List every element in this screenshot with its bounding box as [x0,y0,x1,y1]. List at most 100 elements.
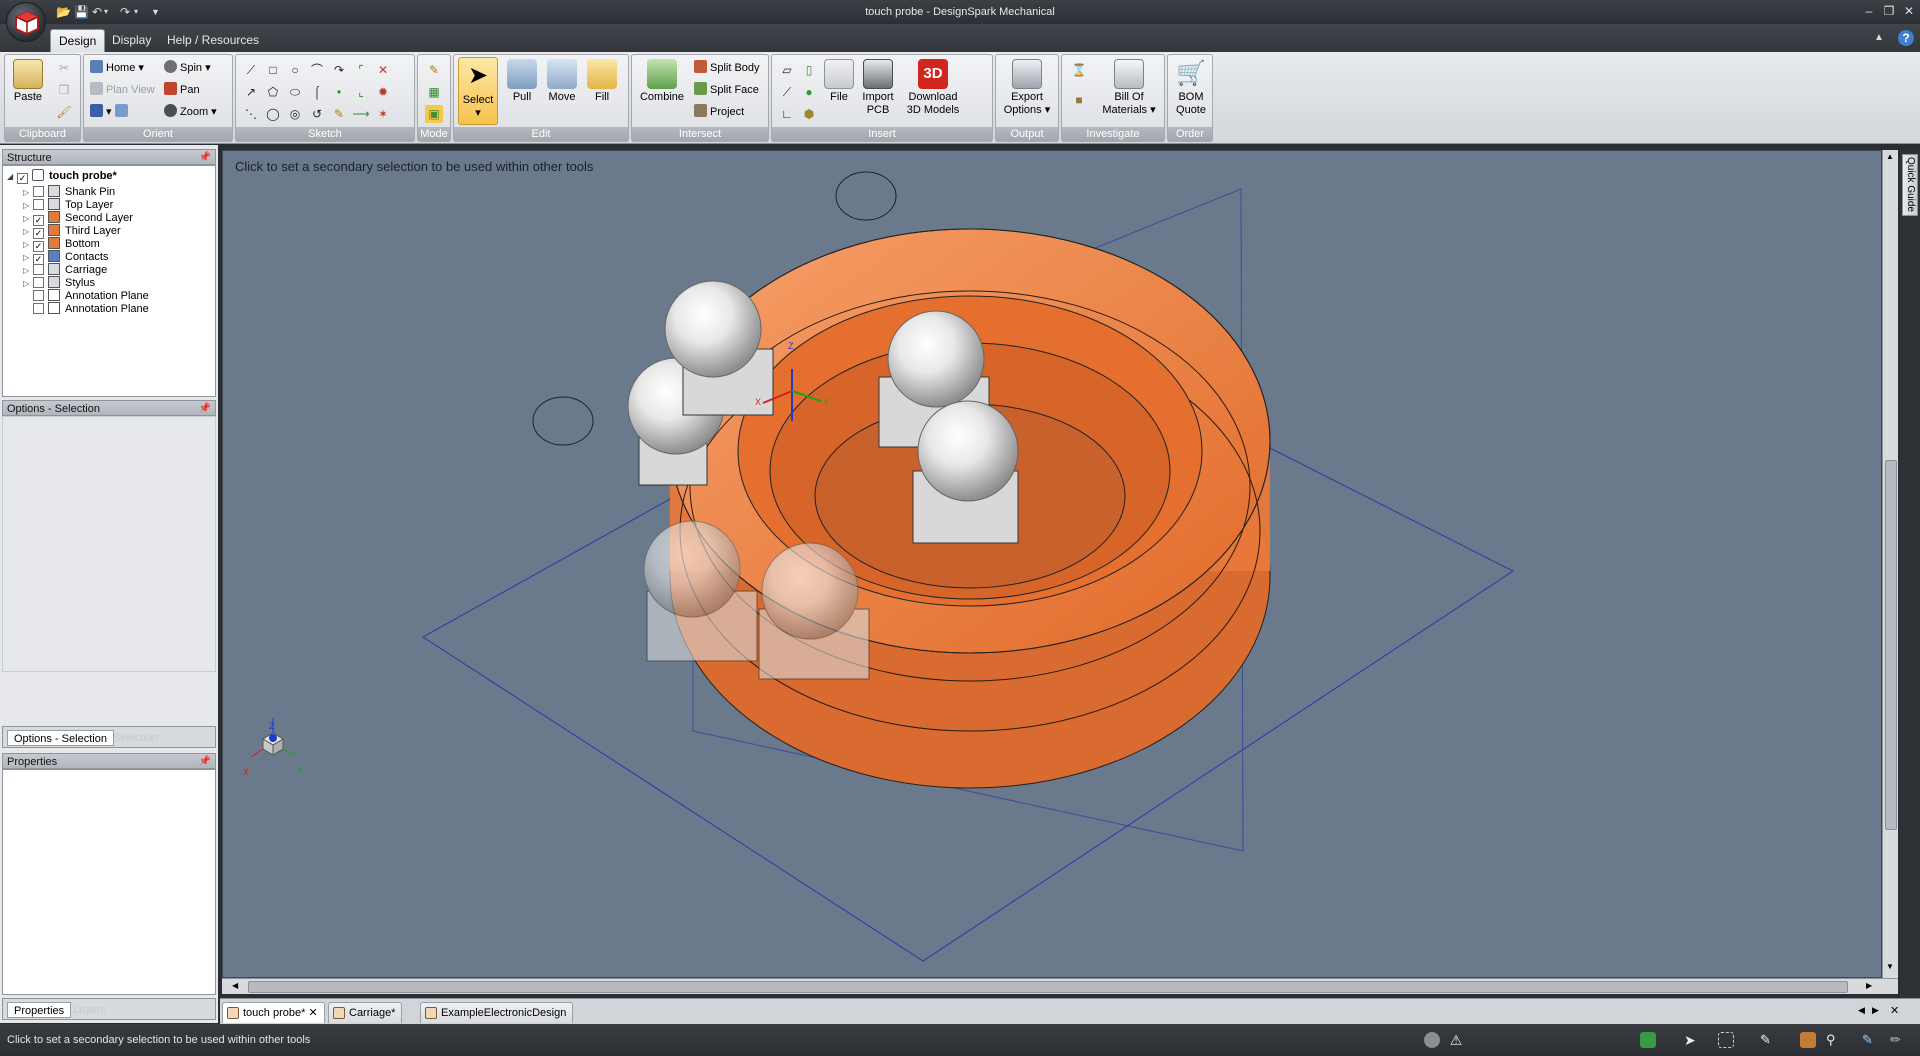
tree-row-root[interactable]: ◢ ✓ touch probe* [7,168,117,184]
scroll-right-icon[interactable]: ▶ [1866,981,1872,990]
visibility-checkbox[interactable] [33,277,44,288]
trim-icon[interactable]: ✕ [374,61,392,79]
undo-icon[interactable]: ↶ [92,4,102,20]
spline-tool-icon[interactable]: ↺ [308,105,326,123]
model-canvas[interactable] [223,151,1882,978]
collapse-ribbon-icon[interactable]: ▲ [1874,30,1884,46]
visibility-checkbox[interactable] [33,199,44,210]
save-icon[interactable]: 💾 [74,4,89,20]
tab-properties[interactable]: Properties [7,1002,72,1018]
combine-button[interactable]: Combine [638,59,686,104]
construction-line-icon[interactable]: ⋱ [242,105,260,123]
close-icon[interactable]: ✕ [1900,3,1918,19]
pin-icon[interactable]: 📌 [199,754,211,770]
doc-tab-touch-probe[interactable]: touch probe* ✕ [222,1002,325,1023]
pin-icon[interactable]: 📌 [199,401,211,417]
axis-icon[interactable]: ⟋ [778,83,796,101]
section-mode-icon[interactable]: ▦ [425,83,443,101]
redo-icon[interactable]: ↷ [120,4,130,20]
layers-status-icon[interactable] [1800,1032,1816,1048]
tangent-line-icon[interactable]: ↗ [242,83,260,101]
sketch-mode-icon[interactable]: ✎ [425,61,443,79]
tab-scroll-right-icon[interactable]: ▶ [1872,1005,1879,1016]
bend-tool-icon[interactable]: ✎ [330,105,348,123]
record-icon[interactable] [1424,1032,1440,1048]
visibility-checkbox[interactable] [33,186,44,197]
close-all-tabs-icon[interactable]: ✕ [1890,1004,1899,1017]
zoom-status-icon[interactable]: ⚲ [1826,1032,1842,1048]
move-button[interactable]: Move [544,59,580,104]
polygon-tool-icon[interactable]: ⬠ [264,83,282,101]
cut-icon[interactable]: ✂ [55,59,73,77]
open-icon[interactable]: 📂 [56,4,71,20]
help-icon[interactable]: ? [1898,30,1914,46]
copy-icon[interactable]: ❐ [55,81,73,99]
scroll-left-icon[interactable]: ◀ [232,981,238,990]
quick-guide-tab[interactable]: Quick Guide [1902,154,1918,216]
box-select-icon[interactable] [1718,1032,1734,1048]
export-options-button[interactable]: Export Options ▾ [1000,59,1054,117]
warning-icon[interactable]: ⚠ [1448,1032,1464,1048]
sweep-arc-icon[interactable]: ↷ [330,61,348,79]
import-pcb-button[interactable]: Import PCB [860,59,896,117]
minimize-icon[interactable]: – [1860,3,1878,19]
project-button[interactable]: Project [694,103,744,121]
plane-icon[interactable]: ▱ [778,61,796,79]
hidden-lines-icon[interactable]: ✏ [1890,1032,1906,1048]
fill-button[interactable]: Fill [584,59,620,104]
split-curve-icon[interactable]: ✹ [374,83,392,101]
plan-view-button[interactable]: Plan View [90,81,155,99]
tab-selection[interactable]: Selection [107,730,164,746]
visibility-checkbox[interactable] [33,290,44,301]
cursor-mode-icon[interactable]: ➤ [1684,1032,1700,1048]
tab-options-selection[interactable]: Options - Selection [7,730,114,746]
project-curve-icon[interactable]: ✶ [374,105,392,123]
file-button[interactable]: File [822,59,856,104]
undo-dropdown-icon[interactable]: ▾ [104,4,108,20]
close-tab-icon[interactable]: ✕ [308,1007,317,1019]
line-tool-icon[interactable]: ⟋ [242,61,260,79]
shell-icon[interactable]: ⬢ [800,105,818,123]
view-cube-button[interactable]: ▾ [90,103,131,121]
bom-quote-button[interactable]: 🛒 BOM Quote [1172,59,1210,117]
tab-scroll-left-icon[interactable]: ◀ [1858,1005,1865,1016]
home-button[interactable]: Home ▾ [90,59,144,77]
tree-row[interactable]: Annotation Plane [23,301,149,317]
circle-tool-icon[interactable]: ○ [286,61,304,79]
doc-tab-example-electronic-design[interactable]: ExampleElectronicDesign [420,1002,574,1023]
bill-of-materials-button[interactable]: Bill Of Materials ▾ [1098,59,1160,117]
pan-button[interactable]: Pan [164,81,200,99]
customize-qat-icon[interactable]: ▼ [151,4,160,20]
3d-viewport[interactable]: Click to set a secondary selection to be… [222,150,1882,978]
measure-icon[interactable]: ⌛ [1070,61,1088,79]
three-point-circle-icon[interactable]: ◎ [286,105,304,123]
zoom-button[interactable]: Zoom ▾ [164,103,217,121]
split-face-button[interactable]: Split Face [694,81,759,99]
3d-mode-icon[interactable]: ▣ [425,105,443,123]
tab-layers[interactable]: Layers [67,1002,112,1018]
tab-display[interactable]: Display [104,29,159,52]
ellipse-tool-icon[interactable]: ⬭ [286,83,304,101]
sphere-icon[interactable]: ● [800,83,818,101]
mass-icon[interactable]: ■ [1070,91,1088,109]
restore-icon[interactable]: ❐ [1880,3,1898,19]
arc-tool-icon[interactable]: ⌒ [308,61,326,79]
rectangle-tool-icon[interactable]: □ [264,61,282,79]
application-menu-button[interactable] [6,2,46,42]
fillet-tool-icon[interactable]: ⌞ [352,83,370,101]
vertical-scrollbar[interactable]: ▲ ▼ [1882,150,1898,978]
extend-curve-icon[interactable]: ⟶ [352,105,370,123]
redo-dropdown-icon[interactable]: ▾ [134,4,138,20]
three-point-rect-icon[interactable]: ◯ [264,105,282,123]
checkbox[interactable]: ✓ [17,173,28,184]
split-body-button[interactable]: Split Body [694,59,760,77]
scroll-down-icon[interactable]: ▼ [1886,962,1894,971]
sketch-status-icon[interactable]: ✎ [1760,1032,1776,1048]
snap-icon[interactable] [1640,1032,1656,1048]
vertical-scroll-thumb[interactable] [1885,460,1897,830]
paste-button[interactable]: Paste [11,59,45,104]
offset-curve-icon[interactable]: ⌜ [352,61,370,79]
tab-design[interactable]: Design [50,29,106,52]
pull-button[interactable]: Pull [504,59,540,104]
point-tool-icon[interactable]: • [330,83,348,101]
